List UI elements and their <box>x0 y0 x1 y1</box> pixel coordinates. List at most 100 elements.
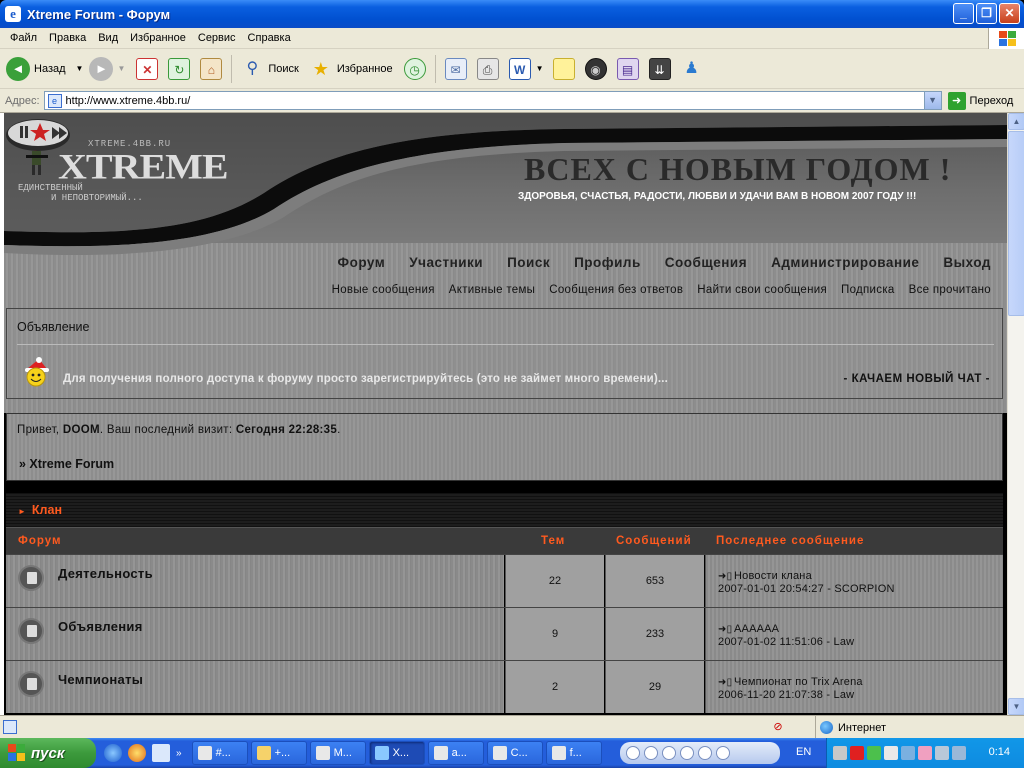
menu-help[interactable]: Справка <box>242 32 297 44</box>
menu-edit[interactable]: Правка <box>43 32 92 44</box>
nav-logout[interactable]: Выход <box>943 255 991 270</box>
scroll-up-icon[interactable]: ▲ <box>1008 113 1024 130</box>
tray-icon[interactable] <box>884 746 898 760</box>
forum-icon <box>18 565 44 591</box>
ie-task-icon <box>374 746 389 760</box>
edit-dropdown-icon[interactable]: ▼ <box>536 64 544 73</box>
tray-icon[interactable] <box>918 746 932 760</box>
search-label: Поиск <box>268 62 299 75</box>
back-dropdown-icon[interactable]: ▼ <box>76 64 84 73</box>
forward-button[interactable]: ► ▼ <box>89 56 125 81</box>
tray-icon[interactable] <box>935 746 949 760</box>
media-play-icon[interactable] <box>644 746 658 760</box>
tray-icon[interactable] <box>833 746 847 760</box>
ie-quicklaunch-icon[interactable] <box>104 744 122 762</box>
task-button[interactable]: a... <box>427 741 484 765</box>
menu-view[interactable]: Вид <box>92 32 124 44</box>
tray-icon[interactable] <box>867 746 881 760</box>
subnav-unanswered[interactable]: Сообщения без ответов <box>549 284 683 296</box>
subnav-new-posts[interactable]: Новые сообщения <box>332 284 435 296</box>
breadcrumb[interactable]: » Xtreme Forum <box>19 457 114 471</box>
forum-name[interactable]: Объявления <box>58 619 143 634</box>
address-dropdown-icon[interactable]: ▼ <box>923 92 941 109</box>
antivirus-icon[interactable] <box>850 746 864 760</box>
bookmark-icon[interactable]: ⇊ <box>648 57 671 80</box>
task-button[interactable]: +... <box>250 741 307 765</box>
last-post-title[interactable]: АААААА <box>734 623 779 635</box>
subnav-own-posts[interactable]: Найти свои сообщения <box>697 284 827 296</box>
start-button[interactable]: пуск <box>0 738 96 768</box>
media-back-icon[interactable] <box>680 746 694 760</box>
media-forward-icon[interactable] <box>698 746 712 760</box>
last-post-title[interactable]: Новости клана <box>734 570 812 582</box>
close-button[interactable]: ✕ <box>999 3 1020 24</box>
minimize-button[interactable]: _ <box>953 3 974 24</box>
nav-forum[interactable]: Форум <box>338 255 386 270</box>
note-icon[interactable] <box>552 57 575 80</box>
last-post-icon[interactable]: ➜▯ <box>718 570 734 583</box>
go-button[interactable]: ➜ Переход <box>947 91 1014 110</box>
home-icon[interactable]: ⌂ <box>200 57 223 80</box>
task-icon <box>315 746 330 760</box>
messenger-icon[interactable]: ♟ <box>681 58 703 80</box>
category-title[interactable]: ► Клан <box>18 503 62 517</box>
media-stop-icon[interactable] <box>662 746 676 760</box>
media-icon[interactable]: ◉ <box>584 57 607 80</box>
network-icon[interactable] <box>901 746 915 760</box>
scroll-thumb[interactable] <box>1008 131 1024 316</box>
privacy-icon[interactable]: ⊘ <box>770 720 786 736</box>
mail-icon[interactable]: ✉ <box>444 57 467 80</box>
nav-members[interactable]: Участники <box>409 255 483 270</box>
history-icon[interactable]: ◷ <box>403 57 426 80</box>
research-icon[interactable]: ▤ <box>616 57 639 80</box>
refresh-icon[interactable]: ↻ <box>168 57 191 80</box>
clock[interactable]: 0:14 <box>989 746 1010 758</box>
menu-favorites[interactable]: Избранное <box>124 32 192 44</box>
media-prev-icon[interactable] <box>626 746 640 760</box>
media-volume-icon[interactable] <box>716 746 730 760</box>
task-button-active[interactable]: X... <box>368 741 425 765</box>
maximize-button[interactable]: ❐ <box>976 3 997 24</box>
nav-profile[interactable]: Профиль <box>574 255 641 270</box>
last-post-icon[interactable]: ➜▯ <box>718 623 734 636</box>
nav-admin[interactable]: Администрирование <box>771 255 919 270</box>
nav-messages[interactable]: Сообщения <box>665 255 747 270</box>
favorites-button[interactable]: ★ Избранное <box>305 58 393 80</box>
scroll-down-icon[interactable]: ▼ <box>1008 698 1024 715</box>
media-player-quicklaunch-icon[interactable] <box>128 744 146 762</box>
task-button[interactable]: C... <box>486 741 543 765</box>
last-post-title[interactable]: Чемпионат по Trix Arena <box>734 676 863 688</box>
username[interactable]: DOOM <box>63 424 100 436</box>
media-toolbar[interactable] <box>620 742 780 764</box>
menu-file[interactable]: Файл <box>4 32 43 44</box>
task-button[interactable]: M... <box>309 741 366 765</box>
stop-icon[interactable]: ✕ <box>136 57 159 80</box>
forum-name[interactable]: Деятельность <box>58 566 153 581</box>
edit-icon[interactable]: W <box>508 57 531 80</box>
language-indicator[interactable]: EN <box>796 746 811 758</box>
menu-tools[interactable]: Сервис <box>192 32 242 44</box>
forward-dropdown-icon[interactable]: ▼ <box>117 64 125 73</box>
address-input[interactable]: e http://www.xtreme.4bb.ru/ ▼ <box>43 91 942 110</box>
go-arrow-icon: ➜ <box>947 91 966 110</box>
subnav-active-topics[interactable]: Активные темы <box>449 284 535 296</box>
search-button[interactable]: ⚲ Поиск <box>236 58 299 80</box>
address-url[interactable]: http://www.xtreme.4bb.ru/ <box>66 95 191 107</box>
task-button[interactable]: #... <box>191 741 248 765</box>
quicklaunch-more-icon[interactable]: » <box>176 748 182 759</box>
forum-name[interactable]: Чемпионаты <box>58 672 143 687</box>
subnav-mark-read[interactable]: Все прочитано <box>909 284 991 296</box>
new-chat-link[interactable]: - КАЧАЕМ НОВЫЙ ЧАТ - <box>844 373 990 385</box>
posts-count: 653 <box>605 555 704 607</box>
subnav-subscriptions[interactable]: Подписка <box>841 284 895 296</box>
speaker-icon[interactable] <box>952 746 966 760</box>
nav-search[interactable]: Поиск <box>507 255 550 270</box>
print-icon[interactable]: ⎙ <box>476 57 499 80</box>
back-button[interactable]: ◄ Назад ▼ <box>6 56 84 81</box>
desktop-quicklaunch-icon[interactable] <box>152 744 170 762</box>
vertical-scrollbar[interactable]: ▲ ▼ <box>1007 113 1024 715</box>
go-label: Переход <box>969 94 1014 107</box>
task-icon <box>433 746 448 760</box>
last-post-icon[interactable]: ➜▯ <box>718 676 734 689</box>
task-button[interactable]: f... <box>545 741 602 765</box>
